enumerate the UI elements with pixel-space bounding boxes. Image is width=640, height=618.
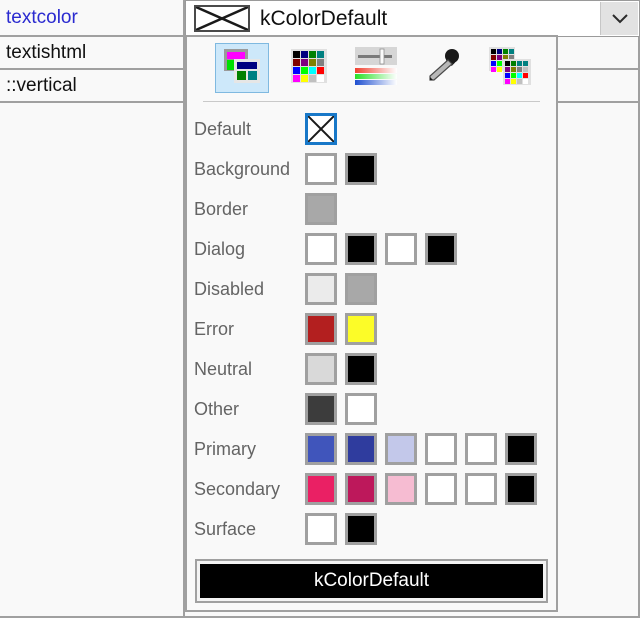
color-swatch[interactable]: [345, 433, 377, 465]
color-row: Other: [187, 389, 556, 429]
theme-colors-icon: [222, 47, 262, 90]
color-swatch-default[interactable]: [305, 113, 337, 145]
color-row-label: Secondary: [194, 478, 281, 499]
color-swatch[interactable]: [505, 473, 537, 505]
color-row-label: Other: [194, 398, 240, 419]
color-preview[interactable]: kColorDefault: [200, 564, 543, 598]
color-picker-toolbar[interactable]: [187, 37, 556, 99]
color-swatch[interactable]: [465, 473, 497, 505]
color-swatch[interactable]: [305, 233, 337, 265]
color-swatch-group: [305, 233, 457, 265]
color-grid-icon: [289, 47, 329, 90]
color-row-list: Default Background Border Dialog Disabled Err…: [187, 109, 556, 549]
color-row: Error: [187, 309, 556, 349]
color-swatch[interactable]: [305, 513, 337, 545]
color-swatch-group: [305, 113, 337, 145]
color-picker-popup[interactable]: Default Background Border Dialog Disabled Err…: [185, 35, 558, 612]
property-name-textishtml[interactable]: textishtml: [0, 37, 185, 68]
color-swatch[interactable]: [385, 433, 417, 465]
color-swatch[interactable]: [345, 353, 377, 385]
color-row-label: Border: [194, 198, 249, 219]
color-swatch[interactable]: [305, 153, 337, 185]
color-row-label: Surface: [194, 518, 257, 539]
property-name-vertical[interactable]: ::vertical: [0, 70, 185, 101]
color-preview-label: kColorDefault: [313, 570, 430, 591]
tab-color-grid[interactable]: [282, 43, 336, 93]
color-swatch[interactable]: [425, 433, 457, 465]
color-row-label: Background: [194, 158, 291, 179]
color-row: Neutral: [187, 349, 556, 389]
color-swatch[interactable]: [345, 273, 377, 305]
color-row-label: Disabled: [194, 278, 265, 299]
color-swatch-group: [305, 473, 537, 505]
color-row-label: Dialog: [194, 238, 246, 259]
color-swatch[interactable]: [305, 273, 337, 305]
sliders-spectrum-icon: [354, 46, 398, 91]
chevron-down-icon[interactable]: [600, 2, 638, 35]
color-row: Default: [187, 109, 556, 149]
color-swatch[interactable]: [305, 193, 337, 225]
color-swatch[interactable]: [425, 233, 457, 265]
color-swatch-group: [305, 433, 537, 465]
color-combobox[interactable]: kColorDefault: [185, 0, 640, 37]
color-swatch[interactable]: [345, 233, 377, 265]
color-swatch-group: [305, 273, 377, 305]
color-row-label: Error: [194, 318, 234, 339]
color-swatch-group: [305, 313, 377, 345]
tab-custom-palettes[interactable]: [483, 43, 537, 93]
toolbar-divider: [203, 101, 540, 102]
color-row: Secondary: [187, 469, 556, 509]
color-row-label: Neutral: [194, 358, 253, 379]
color-row: Background: [187, 149, 556, 189]
color-row: Border: [187, 189, 556, 229]
color-swatch[interactable]: [345, 513, 377, 545]
color-swatch-group: [305, 153, 377, 185]
color-row-label: Primary: [194, 438, 256, 459]
color-swatch[interactable]: [345, 313, 377, 345]
color-row: Dialog: [187, 229, 556, 269]
x-crossed-swatch-icon: [194, 5, 250, 32]
color-swatch[interactable]: [505, 433, 537, 465]
color-swatch[interactable]: [305, 393, 337, 425]
color-preview-frame: kColorDefault: [195, 559, 548, 603]
eyedropper-icon: [423, 47, 463, 90]
color-swatch-group: [305, 193, 337, 225]
color-row: Disabled: [187, 269, 556, 309]
color-swatch[interactable]: [345, 393, 377, 425]
color-swatch[interactable]: [305, 473, 337, 505]
color-row: Primary: [187, 429, 556, 469]
tab-theme-colors[interactable]: [215, 43, 269, 93]
property-name-textcolor[interactable]: textcolor: [0, 0, 185, 35]
color-swatch-group: [305, 353, 377, 385]
color-swatch[interactable]: [385, 473, 417, 505]
tab-eyedropper[interactable]: [416, 43, 470, 93]
color-swatch[interactable]: [305, 313, 337, 345]
color-swatch[interactable]: [465, 433, 497, 465]
color-swatch[interactable]: [305, 353, 337, 385]
color-swatch-group: [305, 513, 377, 545]
custom-palettes-icon: [488, 46, 532, 91]
color-swatch-group: [305, 393, 377, 425]
color-swatch[interactable]: [425, 473, 457, 505]
color-swatch[interactable]: [345, 473, 377, 505]
tab-sliders-spectrum[interactable]: [349, 43, 403, 93]
color-row: Surface: [187, 509, 556, 549]
color-row-label: Default: [194, 118, 252, 139]
color-swatch[interactable]: [305, 433, 337, 465]
color-swatch[interactable]: [385, 233, 417, 265]
color-swatch[interactable]: [345, 153, 377, 185]
combobox-value: kColorDefault: [260, 6, 388, 30]
